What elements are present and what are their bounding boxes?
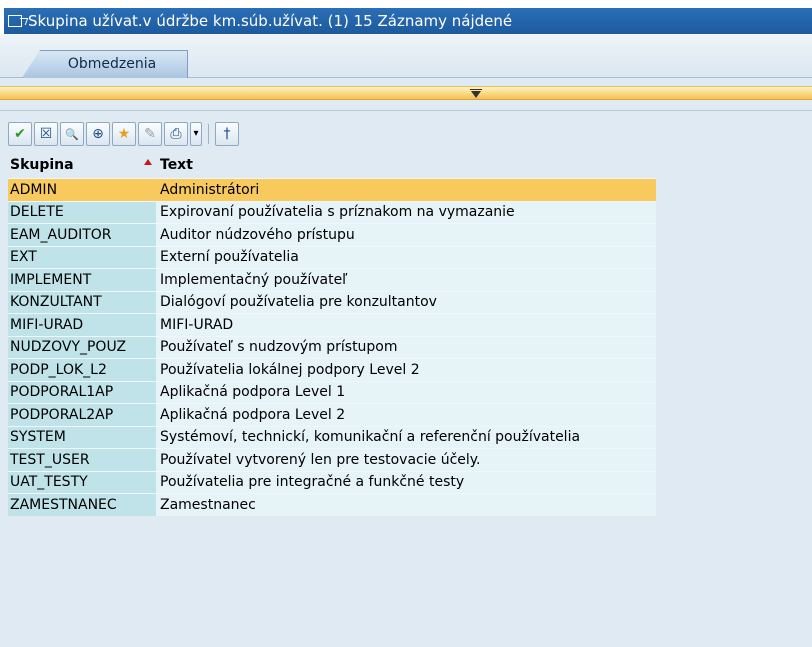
cell-skupina[interactable]: MIFI-URAD (8, 314, 156, 336)
table-row[interactable]: PODPORAL1AP Aplikačná podpora Level 1 (8, 380, 656, 403)
table-row[interactable]: MIFI-URAD MIFI-URAD (8, 313, 656, 336)
dropdown-icon: ▾ (193, 128, 199, 139)
cell-text[interactable]: Externí používatelia (156, 246, 656, 268)
column-header-skupina-label: Skupina (10, 157, 74, 173)
print-dropdown-button[interactable]: ▾ (190, 122, 202, 146)
cell-skupina[interactable]: TEST_USER (8, 449, 156, 471)
cancel-button[interactable]: ☒ (34, 122, 58, 146)
tab-obmedzenia[interactable]: Obmedzenia (22, 50, 188, 78)
table-body: ADMIN Administrátori DELETE Expirovaní použ… (8, 178, 656, 516)
table-row[interactable]: EXT Externí používatelia (8, 245, 656, 268)
cell-skupina[interactable]: PODPORAL1AP (8, 381, 156, 403)
cell-text[interactable]: MIFI-URAD (156, 314, 656, 336)
tab-strip: Obmedzenia (0, 34, 812, 78)
table-row[interactable]: IMPLEMENT Implementačný používateľ (8, 268, 656, 291)
print-button[interactable]: ⎙ (164, 122, 188, 146)
cell-skupina[interactable]: EAM_AUDITOR (8, 224, 156, 246)
cell-text[interactable]: Expirovaní používatelia s príznakom na v… (156, 201, 656, 223)
results-table: Skupina Text ADMIN Administrátori DELETE Ex… (8, 152, 656, 516)
table-header: Skupina Text (8, 152, 656, 178)
window-icon (8, 15, 22, 27)
cell-text[interactable]: Používateľ s nudzovým prístupom (156, 336, 656, 358)
table-row[interactable]: EAM_AUDITOR Auditor núdzového prístupu (8, 223, 656, 246)
check-button[interactable]: ✔ (8, 122, 32, 146)
cell-skupina[interactable]: KONZULTANT (8, 291, 156, 313)
new-entry-icon: ★ (117, 126, 131, 142)
toolbar-separator (208, 124, 209, 144)
table-row[interactable]: PODPORAL2AP Aplikačná podpora Level 2 (8, 403, 656, 426)
cell-skupina[interactable]: UAT_TESTY (8, 471, 156, 493)
find-next-icon: ⊕ (92, 126, 104, 142)
cell-text[interactable]: Administrátori (156, 179, 656, 201)
cell-skupina[interactable]: PODPORAL2AP (8, 404, 156, 426)
personal-list-button[interactable]: ✎ (138, 122, 162, 146)
table-row[interactable]: UAT_TESTY Používatelia pre integračné a f… (8, 470, 656, 493)
cell-text[interactable]: Implementačný používateľ (156, 269, 656, 291)
cell-text[interactable]: Používatelia pre integračné a funkčné te… (156, 471, 656, 493)
cell-text[interactable]: Auditor núdzového prístupu (156, 224, 656, 246)
cell-text[interactable]: Dialógoví používatelia pre konzultantov (156, 291, 656, 313)
new-entry-button[interactable]: ★ (112, 122, 136, 146)
table-row[interactable]: ADMIN Administrátori (8, 178, 656, 201)
cell-text[interactable]: Aplikačná podpora Level 2 (156, 404, 656, 426)
cell-skupina[interactable]: IMPLEMENT (8, 269, 156, 291)
cell-skupina[interactable]: EXT (8, 246, 156, 268)
cell-skupina[interactable]: SYSTEM (8, 426, 156, 448)
table-row[interactable]: SYSTEM Systémoví, technickí, komunikační … (8, 425, 656, 448)
print-icon: ⎙ (170, 126, 182, 142)
window-title-bar: Skupina užívat.v údržbe km.súb.užívat. (… (4, 8, 812, 34)
column-header-skupina[interactable]: Skupina (8, 157, 156, 173)
table-row[interactable]: NUDZOVY_POUZ Používateľ s nudzovým prístu… (8, 335, 656, 358)
table-row[interactable]: DELETE Expirovaní používatelia s príznako… (8, 200, 656, 223)
table-row[interactable]: PODP_LOK_L2 Používatelia lokálnej podpory… (8, 358, 656, 381)
table-row[interactable]: TEST_USER Používatel vytvorený len pre te… (8, 448, 656, 471)
cell-text[interactable]: Zamestnanec (156, 494, 656, 516)
column-header-text[interactable]: Text (156, 157, 656, 173)
check-icon: ✔ (14, 126, 26, 142)
collapse-bar[interactable] (0, 86, 812, 100)
info-icon: † (223, 126, 231, 142)
table-row[interactable]: KONZULTANT Dialógoví používatelia pre kon… (8, 290, 656, 313)
title-bar-area: Skupina užívat.v údržbe km.súb.užívat. (… (0, 0, 812, 34)
sort-ascending-icon (144, 159, 152, 165)
toolbar: ✔ ☒ 🔍 ⊕ ★ ✎ ⎙ ▾ † (8, 120, 368, 148)
cell-skupina[interactable]: DELETE (8, 201, 156, 223)
cell-skupina[interactable]: PODP_LOK_L2 (8, 359, 156, 381)
cell-text[interactable]: Používatel vytvorený len pre testovacie … (156, 449, 656, 471)
cell-skupina[interactable]: ZAMESTNANEC (8, 494, 156, 516)
cell-skupina[interactable]: NUDZOVY_POUZ (8, 336, 156, 358)
personal-list-icon: ✎ (144, 126, 156, 142)
table-row[interactable]: ZAMESTNANEC Zamestnanec (8, 493, 656, 516)
divider (0, 101, 812, 111)
cell-text[interactable]: Používatelia lokálnej podpory Level 2 (156, 359, 656, 381)
find-next-button[interactable]: ⊕ (86, 122, 110, 146)
find-icon: 🔍 (65, 127, 79, 141)
window-title: Skupina užívat.v údržbe km.súb.užívat. (… (28, 12, 513, 30)
info-button[interactable]: † (215, 122, 239, 146)
cell-skupina[interactable]: ADMIN (8, 179, 156, 201)
find-button[interactable]: 🔍 (60, 122, 84, 146)
cancel-icon: ☒ (39, 126, 53, 142)
cell-text[interactable]: Aplikačná podpora Level 1 (156, 381, 656, 403)
collapse-arrow-icon[interactable] (470, 89, 482, 99)
cell-text[interactable]: Systémoví, technickí, komunikační a refe… (156, 426, 656, 448)
